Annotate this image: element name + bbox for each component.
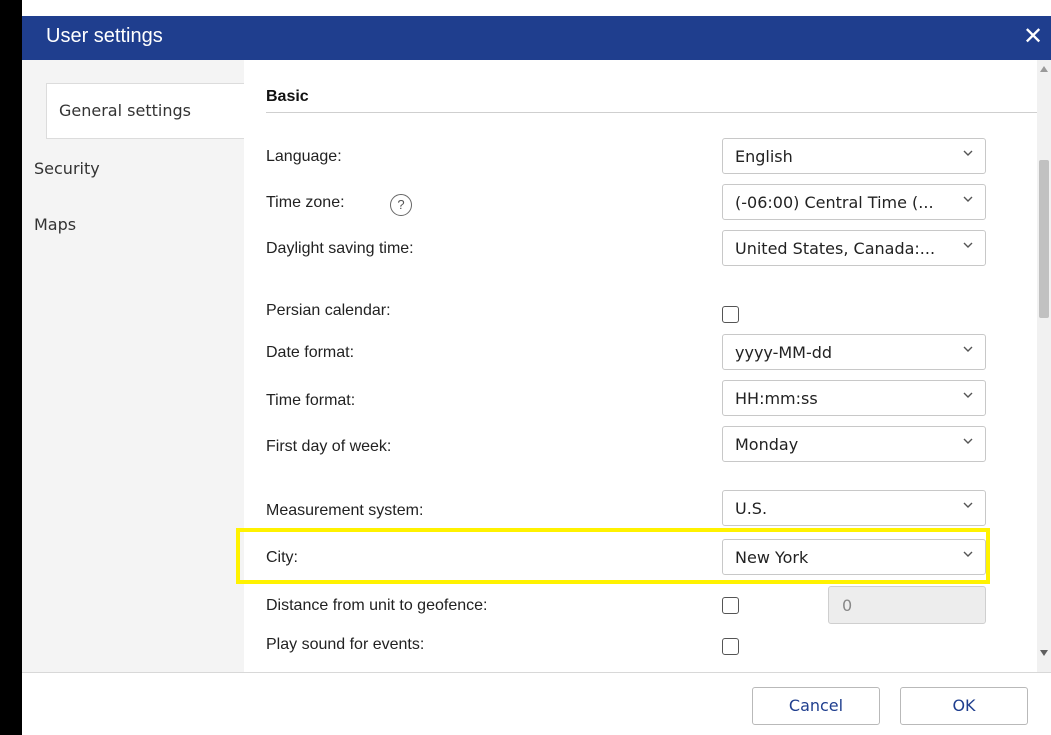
dst-label: Daylight saving time:: [266, 240, 414, 257]
dialog-title: User settings: [46, 25, 163, 47]
chevron-down-icon: [963, 346, 973, 352]
ok-button[interactable]: OK: [900, 687, 1028, 725]
dialog-footer: Cancel OK: [22, 672, 1051, 735]
persian-calendar-checkbox[interactable]: [722, 306, 739, 323]
measurement-value: U.S.: [735, 499, 768, 518]
city-highlight-box: [236, 528, 990, 584]
timezone-select[interactable]: (-06:00) Central Time (...: [722, 184, 986, 220]
time-format-value: HH:mm:ss: [735, 389, 818, 408]
date-format-value: yyyy-MM-dd: [735, 343, 833, 362]
first-day-label: First day of week:: [266, 438, 392, 455]
tab-security[interactable]: Security: [22, 142, 244, 196]
tab-maps[interactable]: Maps: [22, 198, 244, 252]
play-sound-label: Play sound for events:: [266, 636, 425, 653]
geofence-distance-input[interactable]: 0: [828, 586, 986, 624]
time-format-select[interactable]: HH:mm:ss: [722, 380, 986, 416]
chevron-down-icon: [963, 150, 973, 156]
settings-sidebar: General settings Security Maps: [22, 60, 245, 672]
measurement-select[interactable]: U.S.: [722, 490, 986, 526]
chevron-down-icon: [963, 392, 973, 398]
first-day-select[interactable]: Monday: [722, 426, 986, 462]
help-icon[interactable]: ?: [390, 194, 412, 216]
geofence-distance-value: 0: [842, 596, 853, 615]
chevron-down-icon: [963, 438, 973, 444]
first-day-value: Monday: [735, 435, 799, 454]
geofence-distance-label: Distance from unit to geofence:: [266, 597, 488, 614]
user-settings-dialog: User settings ✕ General settings Securit…: [22, 0, 1051, 735]
section-divider: [266, 112, 1038, 113]
language-value: English: [735, 147, 793, 166]
timezone-value: (-06:00) Central Time (...: [735, 193, 934, 212]
geofence-distance-checkbox[interactable]: [722, 597, 739, 614]
close-icon[interactable]: ✕: [1017, 21, 1049, 53]
date-format-select[interactable]: yyyy-MM-dd: [722, 334, 986, 370]
language-label: Language:: [266, 148, 342, 165]
measurement-label: Measurement system:: [266, 502, 424, 519]
tab-general-settings[interactable]: General settings: [46, 83, 245, 139]
vertical-scrollbar[interactable]: [1037, 60, 1051, 672]
persian-calendar-label: Persian calendar:: [266, 302, 391, 319]
play-sound-checkbox[interactable]: [722, 638, 739, 655]
chevron-down-icon: [963, 242, 973, 248]
chevron-down-icon: [963, 196, 973, 202]
cancel-button[interactable]: Cancel: [752, 687, 880, 725]
dst-select[interactable]: United States, Canada:...: [722, 230, 986, 266]
chevron-down-icon: [963, 502, 973, 508]
scrollbar-thumb[interactable]: [1039, 160, 1049, 318]
section-title-basic: Basic: [266, 88, 309, 105]
time-format-label: Time format:: [266, 392, 356, 409]
scroll-up-arrow-icon[interactable]: [1040, 66, 1048, 72]
timezone-label: Time zone:: [266, 194, 345, 211]
scroll-down-arrow-icon[interactable]: [1040, 650, 1048, 656]
dst-value: United States, Canada:...: [735, 239, 936, 258]
dialog-titlebar: User settings ✕: [22, 16, 1051, 60]
date-format-label: Date format:: [266, 344, 355, 361]
screen-left-border: [0, 0, 22, 735]
language-select[interactable]: English: [722, 138, 986, 174]
